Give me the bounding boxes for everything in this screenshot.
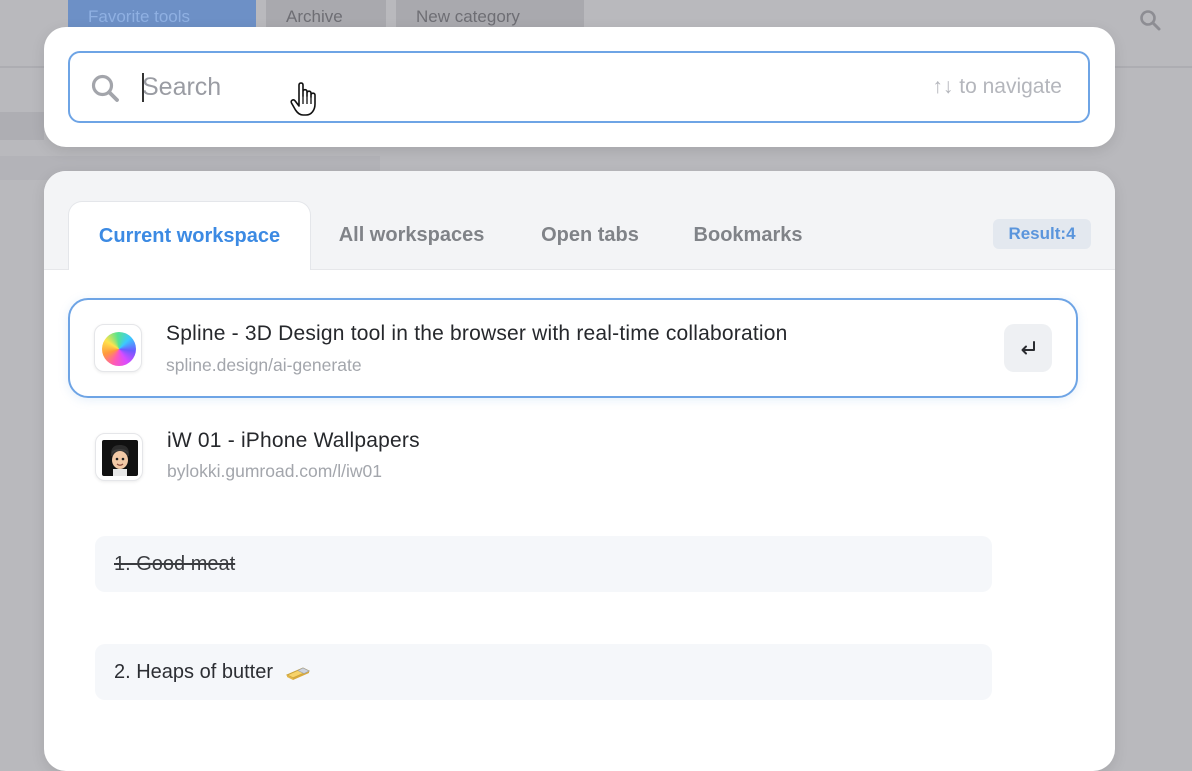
background-search-icon[interactable] — [1138, 8, 1162, 32]
navigate-hint: ↑↓ to navigate — [932, 75, 1062, 98]
result-count-badge: Result:4 — [993, 219, 1091, 249]
memoji-avatar-icon — [95, 433, 143, 481]
result-item-iw01[interactable]: iW 01 - iPhone Wallpapers bylokki.gumroa… — [68, 407, 1078, 507]
note-text: 1. Good meat — [114, 553, 236, 575]
text-caret — [142, 73, 144, 102]
tab-all-workspaces[interactable]: All workspaces — [329, 201, 494, 269]
return-arrow-icon — [1021, 341, 1035, 355]
result-title: iW 01 - iPhone Wallpapers — [167, 429, 420, 452]
background-tab-partial — [0, 0, 50, 34]
hand-pointer-icon — [290, 82, 316, 116]
tab-open-tabs[interactable]: Open tabs — [532, 201, 648, 269]
spline-orb-graphic — [102, 332, 136, 366]
search-input[interactable] — [142, 65, 882, 109]
background-sidebar-item — [0, 112, 44, 140]
search-card: ↑↓ to navigate — [44, 27, 1115, 147]
result-item-spline[interactable]: Spline - 3D Design tool in the browser w… — [68, 298, 1078, 398]
result-title: Spline - 3D Design tool in the browser w… — [166, 322, 788, 345]
scope-tabbar: Current workspace All workspaces Open ta… — [44, 171, 1115, 270]
note-text: 2. Heaps of butter — [114, 661, 273, 683]
result-url: bylokki.gumroad.com/l/iw01 — [167, 461, 382, 481]
tab-current-workspace[interactable]: Current workspace — [68, 201, 311, 270]
search-icon — [91, 74, 119, 102]
result-url: spline.design/ai-generate — [166, 355, 362, 375]
results-panel: Current workspace All workspaces Open ta… — [44, 171, 1115, 771]
enter-key-button[interactable] — [1004, 324, 1052, 372]
avatar — [102, 440, 138, 476]
butter-icon — [285, 667, 310, 680]
search-box[interactable]: ↑↓ to navigate — [68, 51, 1090, 123]
tab-bookmarks[interactable]: Bookmarks — [686, 201, 810, 269]
spline-orb-icon — [94, 324, 142, 372]
note-item-heaps-of-butter[interactable]: 2. Heaps of butter — [95, 644, 992, 700]
note-item-good-meat[interactable]: 1. Good meat — [95, 536, 992, 592]
